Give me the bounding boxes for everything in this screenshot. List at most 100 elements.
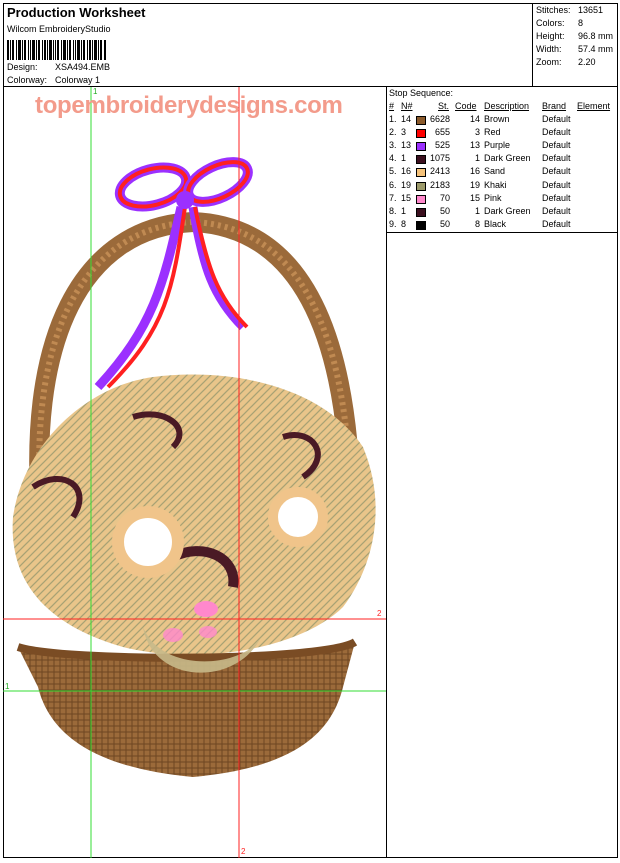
stat-value: 8 xyxy=(578,18,584,28)
stat-height: Height: 96.8 mm xyxy=(536,31,613,41)
axis-label-h1: 1 xyxy=(5,682,10,691)
stop-description: Sand xyxy=(484,166,506,177)
stat-value: 57.4 mm xyxy=(578,44,614,54)
stop-needle: 3 xyxy=(401,127,407,138)
stop-needle: 14 xyxy=(401,114,412,124)
stop-brand: Default xyxy=(542,192,571,203)
axis-label-h2: 2 xyxy=(377,609,382,618)
col-brand: Brand xyxy=(542,101,567,111)
stats-panel: Stitches: 13651 Colors: 8 Height: 96.8 mm W… xyxy=(533,3,618,87)
stat-value: 96.8 mm xyxy=(578,31,614,41)
stop-row: 2. 3 655 3 Red Default xyxy=(387,127,618,140)
stop-code: 14 xyxy=(469,114,480,124)
thread-color-swatch xyxy=(416,220,426,230)
thread-color-swatch xyxy=(416,207,426,217)
stop-num: 9. xyxy=(389,218,397,229)
stop-row: 9. 8 50 8 Black Default xyxy=(387,219,618,232)
col-needle: N# xyxy=(401,101,413,111)
colorway-label: Colorway: xyxy=(7,75,48,85)
thread-color-swatch xyxy=(416,194,426,204)
stop-num: 4. xyxy=(389,153,397,164)
stop-brand: Default xyxy=(542,127,571,138)
stop-num: 1. xyxy=(389,114,397,124)
stop-row: 6. 19 2183 19 Khaki Default xyxy=(387,180,618,193)
stop-sequence-heading: Stop Sequence: xyxy=(389,88,454,98)
stop-stitches: 525 xyxy=(434,140,450,151)
stop-needle: 19 xyxy=(401,179,412,190)
stop-needle: 16 xyxy=(401,166,412,177)
stop-stitches: 1075 xyxy=(429,153,450,164)
header-panel: Production Worksheet Wilcom EmbroiderySt… xyxy=(3,3,533,87)
stop-num: 6. xyxy=(389,179,397,190)
barcode xyxy=(7,40,106,60)
thread-color-swatch xyxy=(416,129,426,139)
thread-color-swatch xyxy=(416,155,426,165)
watermark-text: topembroiderydesigns.com xyxy=(35,92,343,119)
stat-stitches: Stitches: 13651 xyxy=(536,5,603,15)
stop-needle: 13 xyxy=(401,140,412,151)
thread-color-swatch xyxy=(416,181,426,191)
stat-zoom: Zoom: 2.20 xyxy=(536,57,596,67)
stop-brand: Default xyxy=(542,114,571,124)
stop-description: Dark Green xyxy=(484,153,531,164)
stat-label: Stitches: xyxy=(536,5,571,15)
col-code: Code xyxy=(455,101,477,111)
stop-code: 1 xyxy=(474,205,480,216)
stop-needle: 1 xyxy=(401,205,407,216)
stop-code: 3 xyxy=(474,127,480,138)
stat-label: Height: xyxy=(536,31,565,41)
stop-code: 19 xyxy=(469,179,480,190)
design-value: XSA494.EMB xyxy=(55,62,111,72)
col-element: Element xyxy=(577,101,611,111)
stop-description: Dark Green xyxy=(484,205,531,216)
stat-width: Width: 57.4 mm xyxy=(536,44,613,54)
stop-code: 1 xyxy=(474,153,480,164)
stop-code: 16 xyxy=(469,166,480,177)
stop-description: Purple xyxy=(484,140,511,151)
stat-label: Width: xyxy=(536,44,562,54)
stop-brand: Default xyxy=(542,205,571,216)
stop-row: 4. 1 1075 1 Dark Green Default xyxy=(387,153,618,166)
stat-value: 13651 xyxy=(578,5,604,15)
stop-stitches: 50 xyxy=(439,218,450,229)
stop-brand: Default xyxy=(542,179,571,190)
stop-brand: Default xyxy=(542,140,571,151)
stop-code: 8 xyxy=(474,218,480,229)
axis-label-v2: 2 xyxy=(241,847,246,856)
col-num: # xyxy=(389,101,395,111)
embroidery-basket-image xyxy=(3,87,386,858)
stop-sequence-table: Stop Sequence: # N# St. Code Description… xyxy=(387,87,618,233)
colorway-value: Colorway 1 xyxy=(55,75,101,85)
design-preview: 1 1 2 2 xyxy=(3,87,386,858)
page-title: Production Worksheet xyxy=(7,5,146,20)
stop-num: 3. xyxy=(389,140,397,151)
design-row: Design: XSA494.EMB xyxy=(7,62,110,72)
stop-stitches: 2183 xyxy=(429,179,450,190)
stop-description: Khaki xyxy=(484,179,507,190)
stop-description: Black xyxy=(484,218,507,229)
stop-row: 3. 13 525 13 Purple Default xyxy=(387,140,618,153)
stat-label: Colors: xyxy=(536,18,565,28)
thread-color-swatch xyxy=(416,116,426,125)
thread-color-swatch xyxy=(416,168,426,178)
stop-description: Red xyxy=(484,127,501,138)
stat-colors: Colors: 8 xyxy=(536,18,583,28)
stop-code: 13 xyxy=(469,140,480,151)
stop-stitches: 70 xyxy=(439,192,450,203)
stat-value: 2.20 xyxy=(578,57,596,67)
stop-row: 5. 16 2413 16 Sand Default xyxy=(387,166,618,179)
software-name: Wilcom EmbroideryStudio xyxy=(7,24,111,34)
stop-stitches: 2413 xyxy=(429,166,450,177)
stop-num: 2. xyxy=(389,127,397,138)
stop-needle: 8 xyxy=(401,218,407,229)
stop-needle: 1 xyxy=(401,153,407,164)
stop-description: Pink xyxy=(484,192,502,203)
colorway-row: Colorway: Colorway 1 xyxy=(7,75,100,85)
stop-row: 1. 14 6628 14 Brown Default xyxy=(387,114,618,127)
stop-num: 5. xyxy=(389,166,397,177)
stop-row: 7. 15 70 15 Pink Default xyxy=(387,193,618,206)
stop-num: 8. xyxy=(389,205,397,216)
col-description: Description xyxy=(484,101,530,111)
stop-stitches: 50 xyxy=(439,205,450,216)
stop-stitches: 655 xyxy=(434,127,450,138)
